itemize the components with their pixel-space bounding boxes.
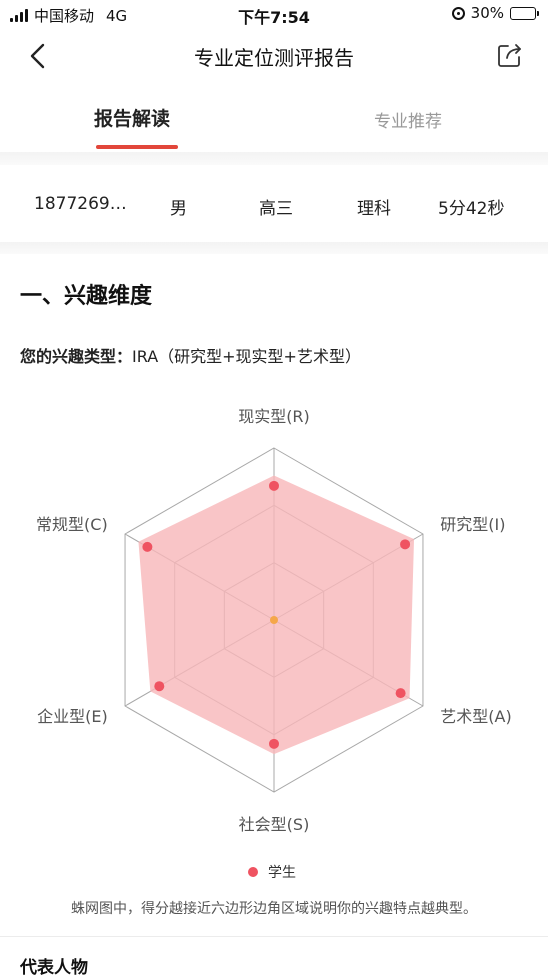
- radar-point: [400, 539, 411, 550]
- radar-chart: 现实型(R) 研究型(I) 艺术型(A) 社会型(S) 企业型(E) 常规型(C): [36, 407, 512, 834]
- radar-axis-label: 现实型(R): [238, 407, 310, 426]
- radar-axis-label: 常规型(C): [36, 515, 108, 534]
- radar-area: [138, 475, 415, 755]
- chart-caption: 蛛网图中，得分越接近六边形边角区域说明你的兴趣特点越典型。: [71, 901, 477, 917]
- chart-legend[interactable]: 学生: [248, 862, 296, 882]
- interest-type: 您的兴趣类型：IRA（研究型+现实型+艺术型）: [20, 343, 361, 367]
- tab-report-interpretation[interactable]: 报告解读: [94, 104, 170, 131]
- divider: [0, 936, 548, 937]
- tab-major-recommendation[interactable]: 专业推荐: [374, 107, 442, 132]
- divider-band: [0, 242, 548, 254]
- page-title: 专业定位测评报告: [194, 46, 354, 70]
- battery-percent: 30%: [470, 4, 504, 22]
- section-title: 一、兴趣维度: [20, 284, 153, 309]
- status-bar: 中国移动 4G 下午7:54 30%: [0, 0, 548, 28]
- radar-axis-label: 社会型(S): [239, 815, 310, 834]
- legend-label: 学生: [268, 865, 296, 881]
- interest-type-label: 您的兴趣类型：: [20, 347, 133, 366]
- profile-phone: 1877269…: [34, 194, 127, 214]
- profile-duration: 5分42秒: [438, 199, 505, 219]
- radar-axis-label: 企业型(E): [37, 707, 108, 726]
- legend-dot: [248, 867, 258, 877]
- radar-center: [270, 616, 278, 624]
- battery-icon: [510, 6, 539, 20]
- radar-point: [395, 688, 406, 699]
- tab-bar: 报告解读 专业推荐: [0, 96, 548, 154]
- share-icon[interactable]: [496, 41, 524, 69]
- profile-row: 1877269… 男 高三 理科 5分42秒: [0, 165, 548, 245]
- radar-axis-label: 研究型(I): [440, 515, 505, 534]
- nav-bar: 专业定位测评报告: [0, 28, 548, 84]
- radar-axis-label: 艺术型(A): [440, 707, 511, 726]
- radar-point: [154, 681, 165, 692]
- next-section-title: 代表人物: [20, 958, 88, 975]
- radar-point: [269, 480, 279, 491]
- profile-subject: 理科: [357, 199, 391, 219]
- active-tab-indicator: [96, 145, 178, 149]
- interest-type-value: IRA（研究型+现实型+艺术型）: [132, 347, 361, 366]
- profile-grade: 高三: [259, 199, 293, 219]
- radar-point: [269, 738, 279, 749]
- radar-point: [142, 541, 153, 552]
- orientation-lock-icon: [451, 6, 465, 20]
- profile-gender: 男: [170, 199, 187, 219]
- divider-band: [0, 152, 548, 165]
